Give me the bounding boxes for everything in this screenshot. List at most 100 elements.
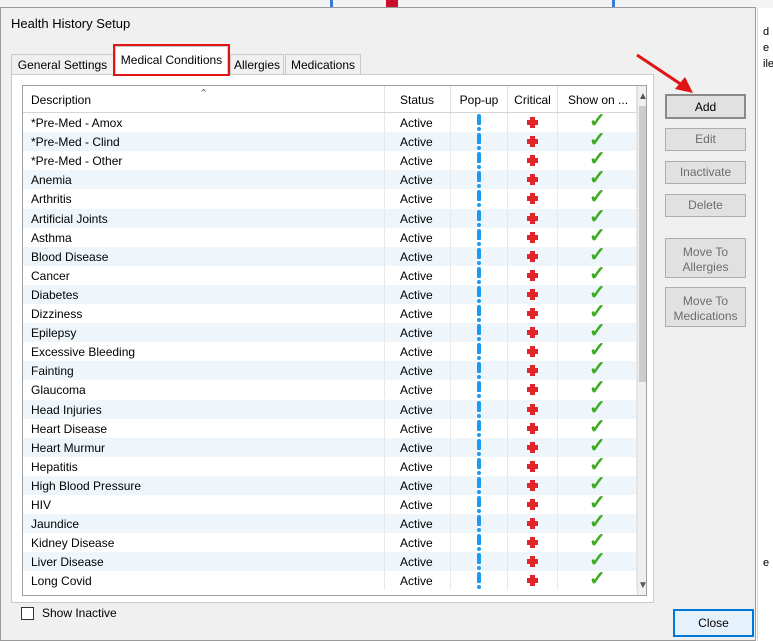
cell-popup: [451, 265, 508, 285]
column-header-critical[interactable]: Critical: [508, 86, 558, 112]
table-row[interactable]: Epilepsy Active ✓: [23, 323, 637, 343]
table-row[interactable]: *Pre-Med - Other Active ✓: [23, 151, 637, 171]
cell-show-on: ✓: [558, 533, 637, 553]
red-cross-icon: [527, 174, 538, 186]
table-row[interactable]: Artificial Joints Active ✓: [23, 208, 637, 228]
table-row[interactable]: Jaundice Active ✓: [23, 514, 637, 534]
table-row[interactable]: Diabetes Active ✓: [23, 284, 637, 304]
edit-button[interactable]: Edit: [665, 128, 746, 151]
button-line: Allergies: [682, 260, 729, 274]
column-header-popup[interactable]: Pop-up: [451, 86, 508, 112]
red-cross-icon: [527, 556, 538, 568]
table-row[interactable]: Arthritis Active ✓: [23, 189, 637, 209]
cell-status: Active: [385, 418, 451, 438]
table-row[interactable]: Long Covid Active ✓: [23, 571, 637, 591]
cell-show-on: ✓: [558, 132, 637, 152]
table-row[interactable]: High Blood Pressure Active ✓: [23, 475, 637, 495]
column-header-status[interactable]: Status: [385, 86, 451, 112]
red-cross-icon: [527, 117, 538, 128]
cell-description: Long Covid: [23, 571, 385, 591]
green-check-icon: ✓: [589, 208, 606, 228]
green-check-icon: ✓: [589, 399, 606, 419]
cell-show-on: ✓: [558, 113, 637, 132]
red-cross-icon: [527, 499, 538, 510]
table-row[interactable]: Kidney Disease Active ✓: [23, 533, 637, 553]
exclamation-icon: [477, 247, 481, 265]
exclamation-icon: [477, 152, 481, 170]
dialog-title: Health History Setup: [11, 16, 131, 31]
cell-critical: [508, 399, 558, 419]
move-to-medications-button[interactable]: Move To Medications: [665, 287, 746, 327]
cell-critical: [508, 113, 558, 132]
cell-critical: [508, 170, 558, 190]
table-row[interactable]: Liver Disease Active ✓: [23, 552, 637, 572]
tab-general-settings[interactable]: General Settings: [11, 54, 114, 74]
table-row[interactable]: Excessive Bleeding Active ✓: [23, 342, 637, 362]
tab-medications[interactable]: Medications: [285, 54, 361, 74]
table-row[interactable]: Asthma Active ✓: [23, 227, 637, 247]
cell-status: Active: [385, 323, 451, 343]
background-char: ile: [763, 58, 773, 70]
red-cross-icon: [527, 346, 538, 358]
table-row[interactable]: Cancer Active ✓: [23, 265, 637, 285]
red-cross-icon: [527, 460, 538, 472]
red-cross-icon: [527, 403, 538, 415]
cell-description: Heart Murmur: [23, 437, 385, 457]
cell-status: Active: [385, 552, 451, 572]
cell-description: Artificial Joints: [23, 208, 385, 228]
cell-show-on: ✓: [558, 514, 637, 534]
cell-show-on: ✓: [558, 227, 637, 247]
move-to-allergies-button[interactable]: Move To Allergies: [665, 238, 746, 278]
cell-popup: [451, 304, 508, 323]
green-check-icon: ✓: [589, 151, 606, 171]
cell-critical: [508, 227, 558, 247]
checkbox-box[interactable]: [21, 607, 34, 620]
tab-medical-conditions[interactable]: Medical Conditions: [113, 44, 230, 76]
red-cross-icon: [527, 136, 538, 148]
cell-status: Active: [385, 132, 451, 152]
table-row[interactable]: Dizziness Active ✓: [23, 304, 637, 323]
cell-description: Head Injuries: [23, 399, 385, 419]
delete-button[interactable]: Delete: [665, 194, 746, 217]
table-row[interactable]: Heart Disease Active ✓: [23, 418, 637, 438]
exclamation-icon: [477, 515, 481, 533]
add-button[interactable]: Add: [665, 94, 746, 119]
cell-show-on: ✓: [558, 571, 637, 591]
table-row[interactable]: Anemia Active ✓: [23, 170, 637, 190]
table-row[interactable]: *Pre-Med - Amox Active ✓: [23, 113, 637, 132]
cell-show-on: ✓: [558, 380, 637, 400]
inactivate-button[interactable]: Inactivate: [665, 161, 746, 184]
cell-popup: [451, 208, 508, 228]
tab-allergies[interactable]: Allergies: [230, 54, 284, 74]
background-char: e: [763, 42, 770, 54]
red-cross-icon: [527, 288, 538, 300]
table-row[interactable]: HIV Active ✓: [23, 495, 637, 514]
scroll-thumb[interactable]: [639, 106, 646, 382]
scroll-down-icon[interactable]: ▼: [638, 577, 646, 595]
table-row[interactable]: Hepatitis Active ✓: [23, 456, 637, 476]
cell-popup: [451, 514, 508, 534]
table-row[interactable]: Head Injuries Active ✓: [23, 399, 637, 419]
green-check-icon: ✓: [589, 380, 606, 400]
cell-status: Active: [385, 113, 451, 132]
exclamation-icon: [477, 209, 481, 227]
cell-critical: [508, 552, 558, 572]
table-row[interactable]: Blood Disease Active ✓: [23, 246, 637, 266]
table-row[interactable]: Heart Murmur Active ✓: [23, 437, 637, 457]
table-row[interactable]: *Pre-Med - Clind Active ✓: [23, 132, 637, 152]
table-row[interactable]: Glaucoma Active ✓: [23, 380, 637, 400]
exclamation-icon: [477, 534, 481, 552]
close-button[interactable]: Close: [673, 609, 754, 637]
cell-popup: [451, 495, 508, 514]
cell-show-on: ✓: [558, 418, 637, 438]
exclamation-icon: [477, 496, 481, 513]
red-cross-icon: [527, 384, 538, 396]
table-row[interactable]: Fainting Active ✓: [23, 361, 637, 381]
column-header-show-on[interactable]: Show on ...: [558, 86, 637, 112]
cell-popup: [451, 552, 508, 572]
cell-description: HIV: [23, 495, 385, 514]
column-header-description[interactable]: Description ⌃: [23, 86, 385, 112]
cell-show-on: ✓: [558, 265, 637, 285]
grid-vertical-scrollbar[interactable]: ▲ ▼: [637, 86, 646, 595]
cell-critical: [508, 323, 558, 343]
